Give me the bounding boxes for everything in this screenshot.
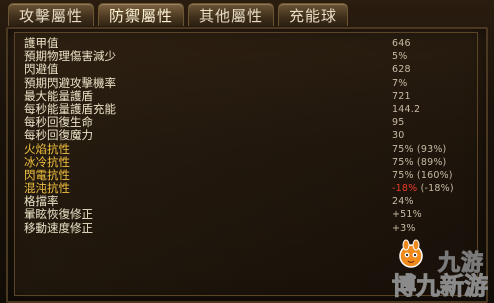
stat-label: 閃電抗性 bbox=[24, 167, 70, 182]
stat-row-stun-recovery: 暈眩恢復修正 +51% bbox=[24, 208, 464, 221]
stat-label: 護甲值 bbox=[24, 36, 59, 50]
stat-row-evasion: 閃避值 628 bbox=[24, 63, 464, 76]
stat-row-chaos-resistance: 混沌抗性 -18% (-18%) bbox=[24, 182, 464, 195]
tab-label: 充能球 bbox=[289, 6, 338, 25]
tab-defense[interactable]: 防禦屬性 bbox=[98, 3, 185, 26]
stat-label: 每秒回復魔力 bbox=[24, 128, 93, 143]
stat-value: +51% bbox=[392, 209, 422, 221]
tab-label: 攻擊屬性 bbox=[19, 6, 84, 25]
mascot-logo-icon bbox=[399, 239, 423, 268]
stat-label: 冰冷抗性 bbox=[24, 154, 70, 169]
stat-value: 628 bbox=[392, 64, 411, 76]
stat-value: 7% bbox=[392, 77, 408, 89]
stat-label: 每秒能量護盾充能 bbox=[24, 101, 116, 116]
tab-misc[interactable]: 其他屬性 bbox=[188, 3, 275, 26]
stat-value: 646 bbox=[392, 38, 411, 49]
tab-charges[interactable]: 充能球 bbox=[278, 3, 349, 26]
stat-row-cold-resistance: 冰冷抗性 75% (89%) bbox=[24, 154, 464, 169]
stat-value: 144.2 bbox=[392, 103, 421, 115]
stat-value: 721 bbox=[392, 90, 411, 102]
stat-value: +3% bbox=[392, 222, 416, 234]
stats-list: 護甲值 646 預期物理傷害減少 5% 閃避值 628 預期閃避攻擊機率 7% 最大能量… bbox=[24, 37, 464, 235]
stat-label: 閃避值 bbox=[24, 62, 59, 77]
stat-row-physical-reduction: 預期物理傷害減少 5% bbox=[24, 50, 464, 63]
character-stats-window: 攻擊屬性 防禦屬性 其他屬性 充能球 護甲值 646 預期物理傷害減少 5% 閃避值… bbox=[0, 0, 494, 303]
stat-label: 格擋率 bbox=[24, 194, 59, 209]
stat-label: 預期物理傷害減少 bbox=[24, 49, 116, 64]
stat-row-evade-chance: 預期閃避攻擊機率 7% bbox=[24, 75, 464, 90]
watermark-line-2: 博九新游 bbox=[392, 272, 489, 301]
stat-label: 移動速度修正 bbox=[24, 220, 93, 235]
stat-value: 5% bbox=[392, 51, 408, 63]
stat-row-energy-shield: 最大能量護盾 721 bbox=[24, 88, 464, 103]
stat-value-max: (-18%) bbox=[417, 183, 454, 195]
stat-value: 30 bbox=[392, 130, 405, 142]
tab-offense[interactable]: 攻擊屬性 bbox=[8, 3, 95, 26]
stat-row-fire-resistance: 火焰抗性 75% (93%) bbox=[24, 141, 464, 156]
stat-value: 75% (89%) bbox=[392, 156, 447, 168]
stat-value-negative: -18% bbox=[392, 183, 418, 195]
stat-row-lightning-resistance: 閃電抗性 75% (160%) bbox=[24, 167, 464, 182]
stat-label: 火焰抗性 bbox=[24, 141, 70, 156]
stat-row-movement-speed: 移動速度修正 +3% bbox=[24, 220, 464, 235]
stat-label: 每秒回復生命 bbox=[24, 115, 93, 130]
stat-value: 95 bbox=[392, 117, 405, 129]
stat-value: 75% (160%) bbox=[392, 169, 453, 181]
stat-row-mana-regen: 每秒回復魔力 30 bbox=[24, 129, 464, 142]
tab-label: 其他屬性 bbox=[199, 6, 264, 25]
tab-label: 防禦屬性 bbox=[109, 6, 174, 25]
stat-label: 最大能量護盾 bbox=[24, 88, 93, 103]
stat-value: 75% (93%) bbox=[392, 143, 447, 155]
stat-label: 混沌抗性 bbox=[24, 181, 70, 196]
site-watermark: 九游 博九新游 bbox=[372, 239, 490, 301]
stat-label: 暈眩恢復修正 bbox=[24, 207, 93, 222]
stat-value: 24% bbox=[392, 196, 414, 208]
stat-label: 預期閃避攻擊機率 bbox=[24, 75, 116, 90]
stats-tab-bar: 攻擊屬性 防禦屬性 其他屬性 充能球 bbox=[8, 3, 349, 27]
stat-value: -18% (-18%) bbox=[392, 182, 454, 195]
